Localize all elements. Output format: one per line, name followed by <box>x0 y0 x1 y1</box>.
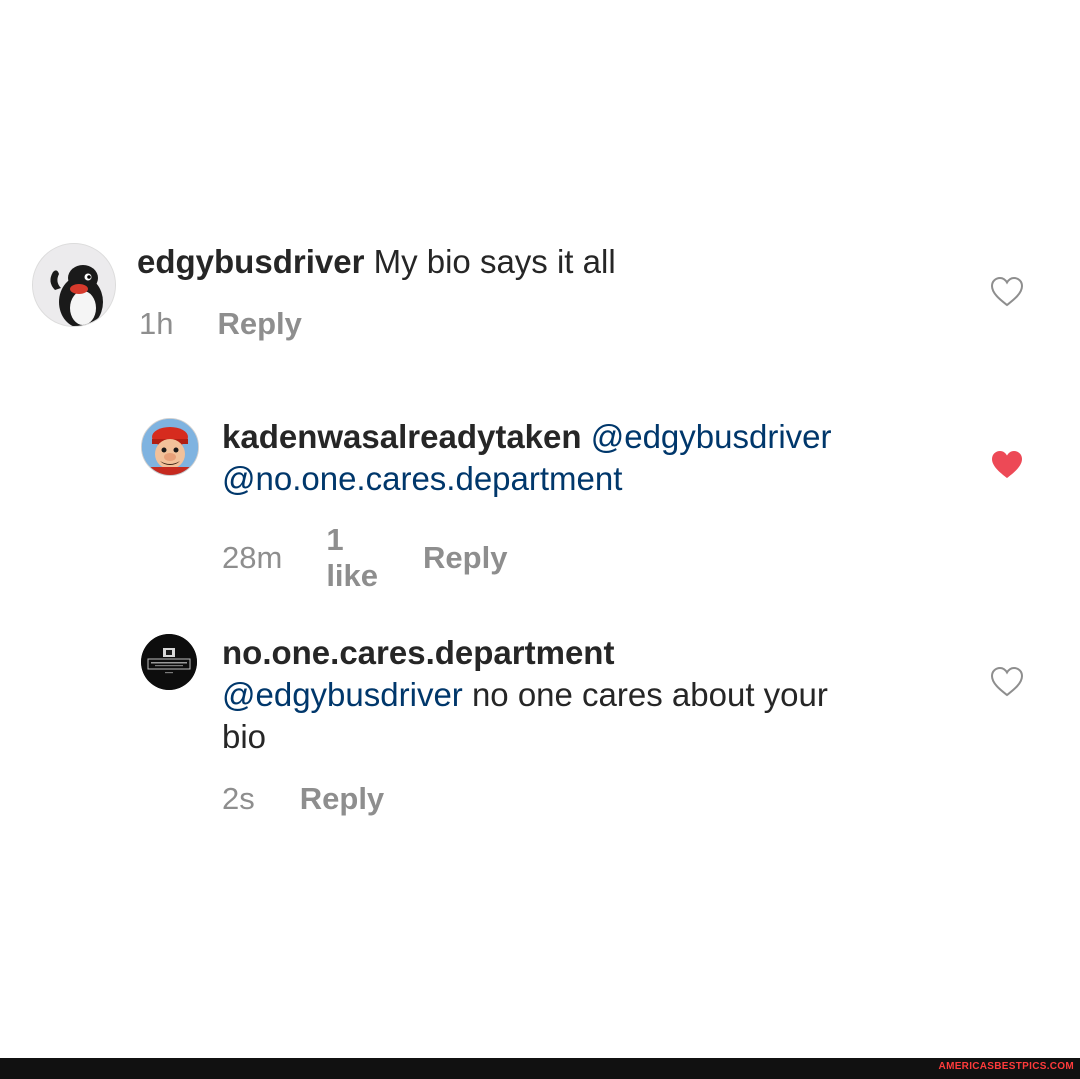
department-badge-avatar-image <box>141 634 197 690</box>
watermark-bar: AMERICASBESTPICS.COM <box>0 1058 1080 1079</box>
avatar-kadenwasalreadytaken[interactable] <box>141 418 199 476</box>
comment-time: 28m <box>222 540 283 575</box>
reply-button[interactable]: Reply <box>300 781 384 817</box>
reply-button[interactable]: Reply <box>217 306 301 342</box>
likes-count-button[interactable]: 1 like <box>326 522 378 594</box>
comment-text: My bio says it all <box>373 243 616 280</box>
comment-2-body: kadenwasalreadytaken @edgybusdriver @no.… <box>222 416 942 500</box>
watermark-text: AMERICASBESTPICS.COM <box>938 1061 1074 1072</box>
comment-text: no one cares about your <box>471 676 828 713</box>
heart-filled-icon[interactable] <box>990 449 1024 481</box>
penguin-avatar-image <box>33 244 115 326</box>
comment-text-line2: bio <box>222 718 267 755</box>
mario-avatar-image <box>142 419 198 475</box>
comment-2-meta: 28m 1 like Reply <box>222 522 507 594</box>
mention-link[interactable]: @edgybusdriver <box>591 418 832 455</box>
heart-outline-icon[interactable] <box>990 276 1024 308</box>
comment-username[interactable]: kadenwasalreadytaken <box>222 418 582 455</box>
avatar-edgybusdriver[interactable] <box>32 243 116 327</box>
comment-username[interactable]: edgybusdriver <box>137 243 364 280</box>
comment-3-meta: 2s Reply <box>222 781 384 817</box>
comment-1-body: edgybusdriver My bio says it all <box>137 241 917 283</box>
mention-link[interactable]: @edgybusdriver <box>222 676 463 713</box>
comment-3-body: no.one.cares.department @edgybusdriver n… <box>222 632 942 758</box>
heart-outline-icon[interactable] <box>990 666 1024 698</box>
comment-time: 1h <box>139 306 174 341</box>
comment-username[interactable]: no.one.cares.department <box>222 634 614 671</box>
reply-button[interactable]: Reply <box>423 540 507 576</box>
avatar-no-one-cares-department[interactable] <box>141 634 197 690</box>
mention-link[interactable]: @no.one.cares.department <box>222 460 622 497</box>
comment-1-meta: 1h Reply <box>139 306 302 342</box>
comment-time: 2s <box>222 781 255 816</box>
